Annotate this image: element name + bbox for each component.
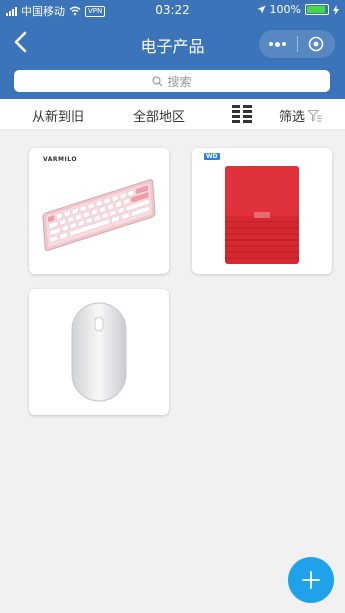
location-arrow-icon [257, 5, 266, 14]
search-input[interactable]: 搜索 [14, 70, 330, 92]
pink-keyboard-icon [42, 179, 156, 251]
filter-label: 筛选 [279, 110, 306, 125]
list-layout-icon [232, 105, 252, 123]
region-dropdown[interactable]: 全部地区 [133, 106, 185, 125]
sort-dropdown[interactable]: 从新到旧 [32, 106, 84, 125]
status-bar: 中国移动 VPN 03:22 100% [0, 0, 345, 20]
layout-toggle-button[interactable] [232, 105, 252, 127]
header: 中国移动 VPN 03:22 100% 电子产品 搜索 [0, 0, 345, 99]
filter-button[interactable]: 筛选 [279, 106, 322, 125]
product-grid: VARMILO WD [0, 130, 345, 613]
battery-percent: 100% [269, 3, 301, 16]
search-icon [152, 75, 163, 86]
target-circle-icon [308, 36, 324, 52]
close-button[interactable] [298, 36, 336, 52]
white-mouse-icon [71, 302, 127, 402]
navigation-bar: 电子产品 [0, 22, 345, 64]
more-button[interactable] [259, 41, 297, 47]
charging-icon [333, 4, 339, 15]
product-card-keyboard[interactable]: VARMILO [29, 148, 169, 274]
battery-icon [305, 4, 329, 15]
battery-fill [307, 6, 325, 13]
product-card-hard-drive[interactable]: WD [192, 148, 332, 274]
filter-bar: 从新到旧 全部地区 筛选 [0, 99, 345, 130]
plus-icon [302, 571, 320, 589]
funnel-icon [308, 109, 322, 122]
add-product-button[interactable] [288, 557, 334, 603]
search-placeholder: 搜索 [167, 74, 192, 89]
product-card-mouse[interactable] [29, 289, 169, 415]
red-external-drive-icon [225, 166, 299, 264]
mini-program-capsule [259, 30, 335, 58]
